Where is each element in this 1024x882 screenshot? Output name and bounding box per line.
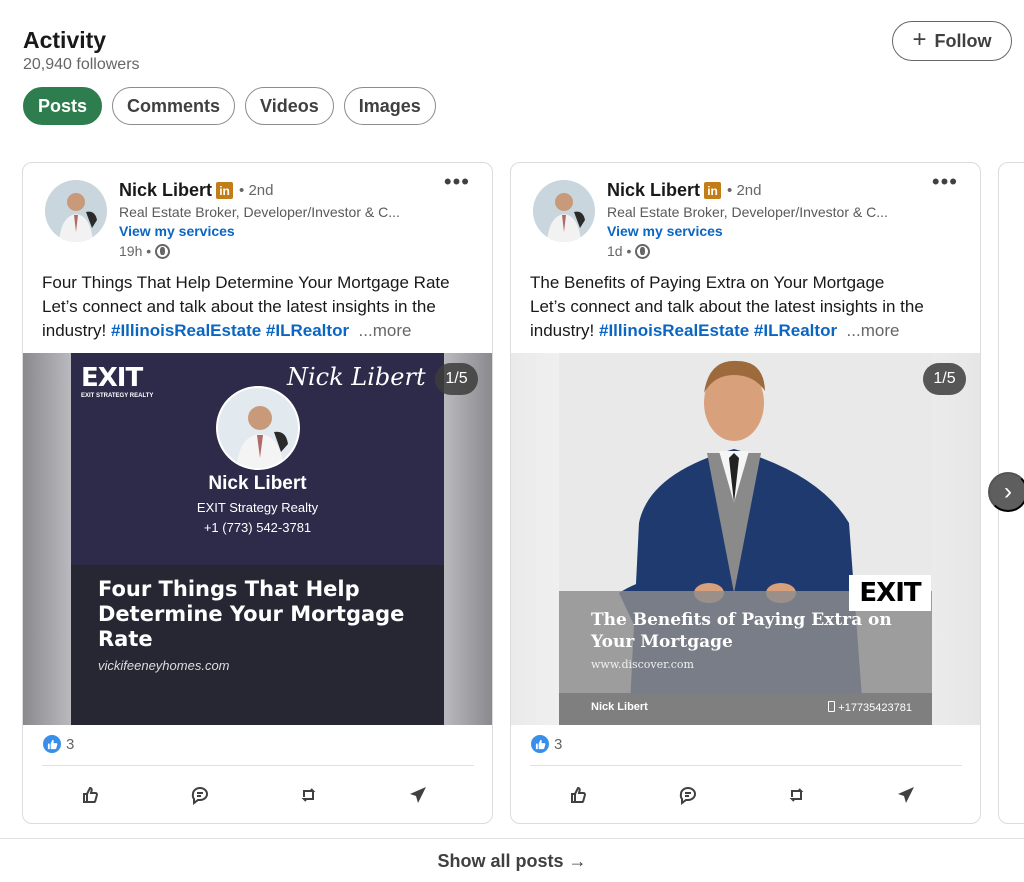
reaction-count[interactable]: 3	[43, 735, 74, 753]
comment-icon[interactable]	[676, 783, 700, 807]
post-body-line: Let’s connect and talk about the latest …	[530, 295, 970, 343]
send-icon[interactable]	[894, 783, 918, 807]
divider	[42, 765, 474, 766]
media-headline: Four Things That Help Determine Your Mor…	[98, 577, 405, 651]
carousel-counter: 1/5	[923, 363, 966, 395]
author-name[interactable]: Nick Libert in • 2nd	[119, 180, 273, 201]
post-hashtags[interactable]: #IllinoisRealEstate #ILRealtor	[111, 321, 349, 340]
reaction-number: 3	[66, 735, 75, 753]
media-person-name: Nick Libert	[591, 701, 648, 713]
media-poster: EXIT EXIT STRATEGY REALTY Nick Libert Ni…	[71, 353, 444, 725]
follow-button[interactable]: + Follow	[892, 21, 1012, 61]
tab-images[interactable]: Images	[343, 87, 436, 125]
media-phone: +17735423781	[828, 701, 912, 714]
post-card[interactable]: Nick Libert in • 2nd Real Estate Broker,…	[22, 162, 493, 824]
author-name-text: Nick Libert	[607, 180, 701, 200]
post-title-line: Four Things That Help Determine Your Mor…	[42, 273, 450, 292]
globe-icon	[635, 243, 651, 259]
connection-degree: • 2nd	[239, 182, 274, 199]
activity-header: Activity 20,940 followers	[23, 26, 140, 74]
post-text: Four Things That Help Determine Your Mor…	[42, 271, 482, 343]
send-icon[interactable]	[406, 783, 430, 807]
like-icon[interactable]	[79, 783, 103, 807]
repost-icon[interactable]	[297, 783, 321, 807]
author-name[interactable]: Nick Libert in • 2nd	[607, 180, 761, 201]
like-icon[interactable]	[567, 783, 591, 807]
post-time: 19h •	[119, 243, 152, 259]
post-hashtags[interactable]: #IllinoisRealEstate #ILRealtor	[599, 321, 837, 340]
media-avatar	[216, 386, 300, 470]
view-services-link[interactable]: View my services	[119, 223, 235, 239]
exit-logo: EXIT	[81, 363, 143, 393]
post-actions	[23, 780, 492, 810]
post-body-line: Let’s connect and talk about the latest …	[42, 295, 482, 343]
divider	[0, 838, 1024, 839]
post-text: The Benefits of Paying Extra on Your Mor…	[530, 271, 970, 343]
post-timestamp: 19h •	[119, 243, 171, 259]
tab-comments[interactable]: Comments	[112, 87, 236, 125]
media-website: www.discover.com	[591, 658, 694, 671]
reaction-count[interactable]: 3	[531, 735, 562, 753]
activity-filter-tabs: Posts Comments Videos Images	[23, 87, 436, 125]
media-person-name: Nick Libert	[208, 473, 307, 494]
post-card[interactable]: Nick Libert in • 2nd Real Estate Broker,…	[510, 162, 981, 824]
post-actions	[511, 780, 980, 810]
media-website: vickifeeneyhomes.com	[98, 658, 230, 673]
see-more-link[interactable]: ...more	[359, 321, 412, 340]
see-more-link[interactable]: ...more	[847, 321, 900, 340]
show-all-posts-link[interactable]: Show all posts →	[0, 851, 1024, 872]
exit-logo-subtitle: EXIT STRATEGY REALTY	[81, 393, 154, 399]
author-name-text: Nick Libert	[119, 180, 213, 200]
repost-icon[interactable]	[785, 783, 809, 807]
more-icon[interactable]: •••	[932, 171, 958, 193]
media-poster: EXIT The Benefits of Paying Extra on You…	[559, 353, 932, 725]
signature-name: Nick Libert	[287, 363, 426, 391]
comment-icon[interactable]	[188, 783, 212, 807]
author-headline: Real Estate Broker, Developer/Investor &…	[119, 204, 400, 220]
linkedin-icon: in	[216, 182, 234, 199]
exit-logo: EXIT	[849, 575, 931, 611]
follow-label: Follow	[934, 30, 992, 51]
media-phone: +1 (773) 542-3781	[203, 520, 312, 535]
media-company: EXIT Strategy Realty	[196, 500, 319, 515]
linkedin-icon: in	[704, 182, 722, 199]
chevron-right-icon[interactable]: ›	[988, 472, 1024, 512]
carousel-counter: 1/5	[435, 363, 478, 395]
globe-icon	[155, 243, 171, 259]
author-headline: Real Estate Broker, Developer/Investor &…	[607, 204, 888, 220]
section-title: Activity	[23, 27, 107, 53]
connection-degree: • 2nd	[727, 182, 762, 199]
more-icon[interactable]: •••	[444, 171, 470, 193]
post-time: 1d •	[607, 243, 632, 259]
phone-icon	[828, 701, 836, 712]
tab-videos[interactable]: Videos	[245, 87, 334, 125]
media-phone-text: +17735423781	[838, 702, 912, 714]
view-services-link[interactable]: View my services	[607, 223, 723, 239]
media-headline: The Benefits of Paying Extra on Your Mor…	[591, 610, 892, 652]
follower-count: 20,940 followers	[23, 56, 140, 73]
post-media[interactable]: EXIT EXIT STRATEGY REALTY Nick Libert Ni…	[23, 353, 492, 725]
reaction-number: 3	[554, 735, 563, 753]
post-timestamp: 1d •	[607, 243, 651, 259]
post-title-line: The Benefits of Paying Extra on Your Mor…	[530, 273, 885, 292]
tab-posts[interactable]: Posts	[23, 87, 103, 125]
avatar[interactable]	[533, 180, 595, 242]
like-reaction-icon	[531, 735, 549, 753]
post-media[interactable]: EXIT The Benefits of Paying Extra on You…	[511, 353, 980, 725]
like-reaction-icon	[43, 735, 61, 753]
divider	[530, 765, 962, 766]
avatar[interactable]	[45, 180, 107, 242]
plus-icon: +	[912, 26, 927, 53]
